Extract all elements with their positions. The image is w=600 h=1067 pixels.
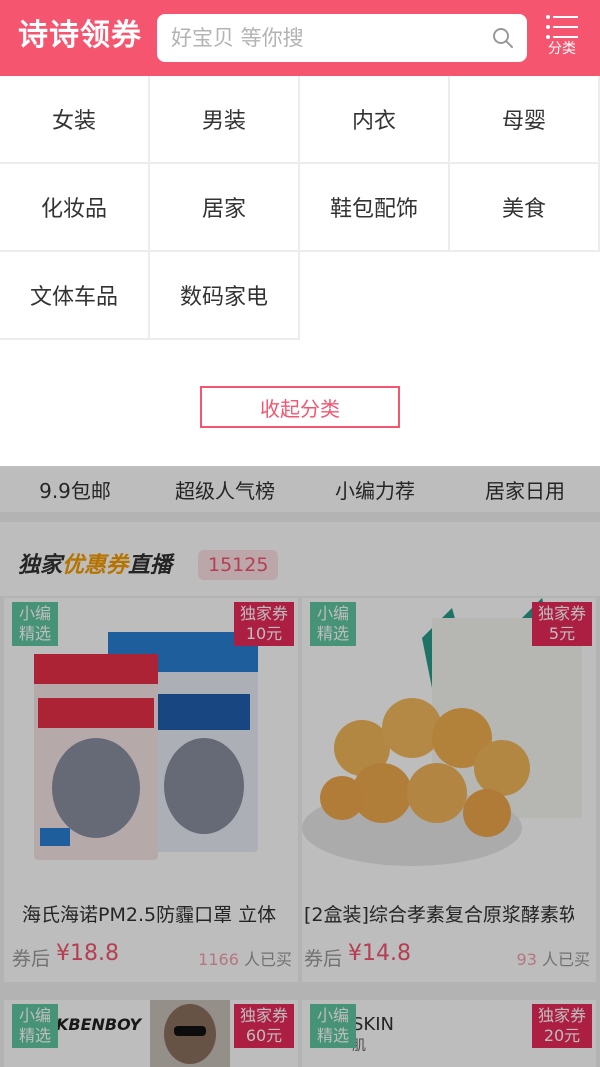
search-box[interactable] <box>157 14 527 62</box>
list-menu-icon <box>546 15 578 39</box>
category-food[interactable]: 美食 <box>450 164 600 252</box>
search-icon[interactable] <box>491 26 515 50</box>
category-home[interactable]: 居家 <box>150 164 300 252</box>
category-baby[interactable]: 母婴 <box>450 76 600 164</box>
category-men[interactable]: 男装 <box>150 76 300 164</box>
category-menu-button[interactable]: 分类 <box>540 14 584 66</box>
dim-overlay[interactable] <box>0 466 600 1067</box>
category-underwear[interactable]: 内衣 <box>300 76 450 164</box>
app-logo[interactable]: 诗诗领券 <box>18 16 142 56</box>
collapse-categories-button[interactable]: 收起分类 <box>200 386 400 428</box>
category-cosmetics[interactable]: 化妆品 <box>0 164 150 252</box>
search-input[interactable] <box>171 14 471 62</box>
category-shoes-bags[interactable]: 鞋包配饰 <box>300 164 450 252</box>
category-digital-appliances[interactable]: 数码家电 <box>150 252 300 340</box>
category-stationery-auto[interactable]: 文体车品 <box>0 252 150 340</box>
category-women[interactable]: 女装 <box>0 76 150 164</box>
app-header: 诗诗领券 分类 <box>0 0 600 76</box>
category-menu-label: 分类 <box>548 41 576 57</box>
